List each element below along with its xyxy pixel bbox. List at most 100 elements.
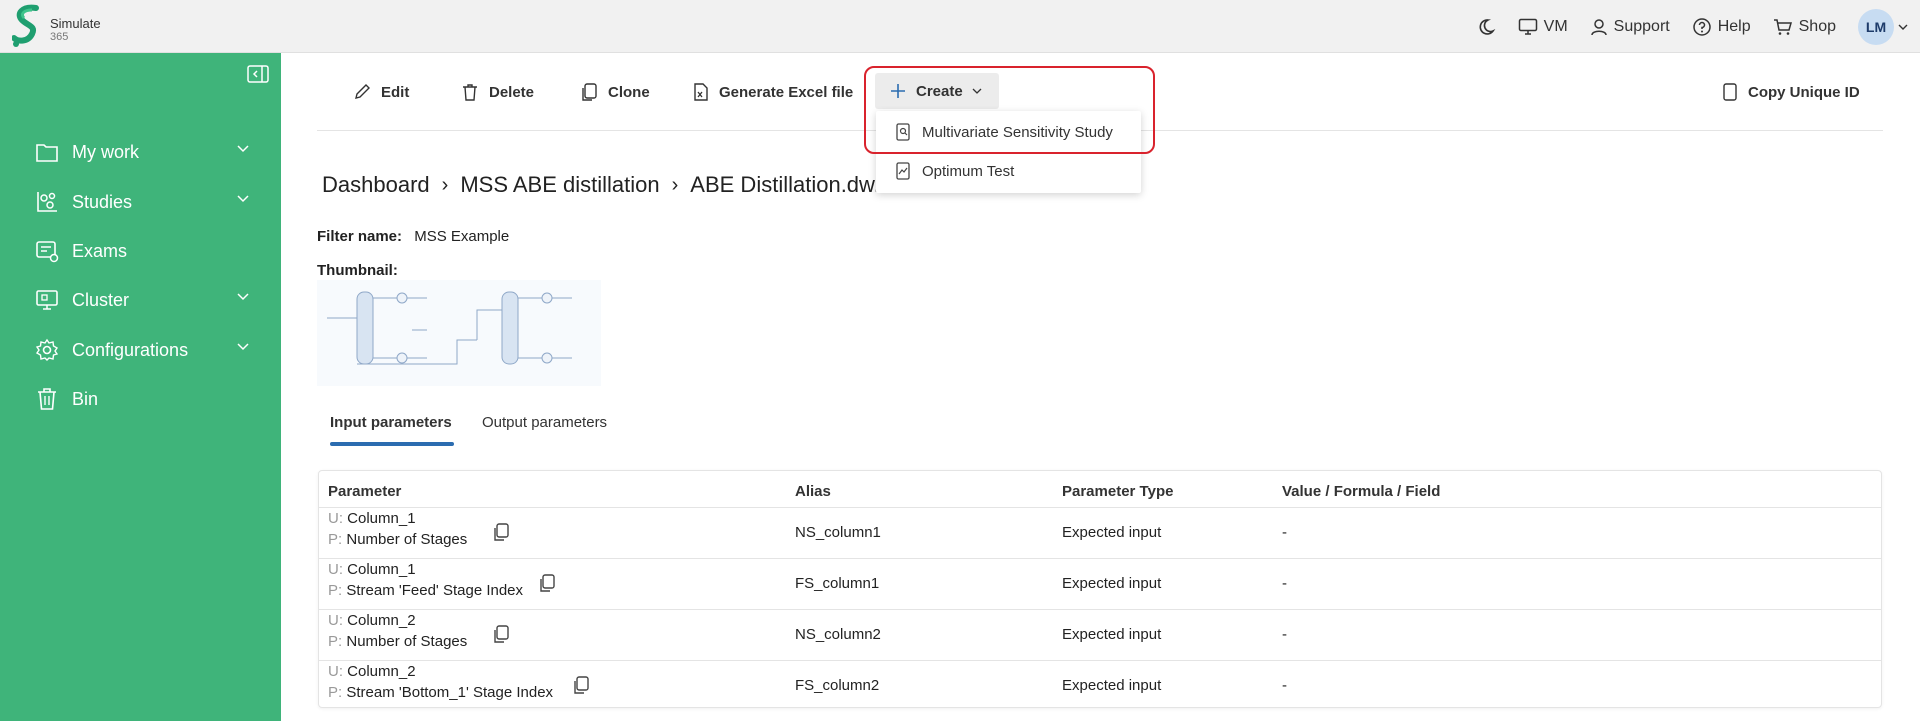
trash-icon xyxy=(34,386,60,412)
prefix-label: U: xyxy=(328,510,343,527)
shop-label: Shop xyxy=(1798,17,1836,35)
chevron-right-icon: › xyxy=(671,173,679,196)
copy-id-label: Copy Unique ID xyxy=(1748,83,1860,101)
shop-link[interactable]: Shop xyxy=(1773,18,1836,36)
type-cell: Expected input xyxy=(1062,524,1162,541)
sidebar-item-configurations[interactable]: Configurations xyxy=(34,332,249,368)
gear-icon xyxy=(34,337,60,363)
table-row[interactable]: U: Column_1 P: Number of Stages NS_colum… xyxy=(319,508,1881,559)
vm-link[interactable]: VM xyxy=(1518,18,1568,36)
chevron-down-icon xyxy=(237,145,249,153)
table-row[interactable]: U: Column_2 P: Stream 'Bottom_1' Stage I… xyxy=(319,661,1881,708)
edit-label: Edit xyxy=(381,83,410,101)
chart-document-icon xyxy=(896,162,910,180)
sidebar: My work Studies Exams Cluster Configurat… xyxy=(0,53,281,721)
type-cell: Expected input xyxy=(1062,575,1162,592)
alias-cell: NS_column1 xyxy=(795,524,881,541)
copy-icon[interactable] xyxy=(574,676,590,694)
column-header-parameter: Parameter xyxy=(328,483,402,500)
trash-icon xyxy=(463,84,477,101)
clone-label: Clone xyxy=(608,83,650,101)
parameters-table: Parameter Alias Parameter Type Value / F… xyxy=(318,470,1882,708)
brand-logo[interactable]: Simulate 365 xyxy=(12,4,132,50)
help-label: Help xyxy=(1717,17,1751,35)
copy-icon[interactable] xyxy=(494,625,510,643)
avatar: LM xyxy=(1858,8,1894,45)
tab-output-parameters[interactable]: Output parameters xyxy=(482,414,607,431)
filter-name-value: MSS Example xyxy=(414,228,510,245)
param-name: Stream 'Bottom_1' Stage Index xyxy=(346,684,554,701)
value-cell[interactable]: - xyxy=(1282,524,1287,541)
exam-icon xyxy=(34,238,60,264)
table-row[interactable]: U: Column_1 P: Stream 'Feed' Stage Index… xyxy=(319,559,1881,610)
value-cell[interactable]: - xyxy=(1282,626,1287,643)
unit-name: Column_1 xyxy=(347,510,416,527)
menu-item-optimum-test[interactable]: Optimum Test xyxy=(876,152,1141,190)
sidebar-item-exams[interactable]: Exams xyxy=(34,233,249,269)
sidebar-item-studies[interactable]: Studies xyxy=(34,184,249,220)
copy-icon xyxy=(582,83,597,101)
flowsheet-diagram xyxy=(327,291,572,365)
unit-name: Column_2 xyxy=(347,612,416,629)
edit-button[interactable]: Edit xyxy=(353,75,409,109)
theme-toggle[interactable] xyxy=(1476,17,1496,37)
unit-name: Column_1 xyxy=(347,561,416,578)
value-cell[interactable]: - xyxy=(1282,575,1287,592)
type-cell: Expected input xyxy=(1062,677,1162,694)
generate-excel-button[interactable]: Generate Excel file xyxy=(693,75,853,109)
cart-icon xyxy=(1773,18,1792,35)
breadcrumb-dashboard[interactable]: Dashboard xyxy=(322,172,430,198)
excel-file-icon xyxy=(694,83,708,101)
sidebar-item-label: Cluster xyxy=(72,289,130,310)
top-nav: VM Support Help Shop LM xyxy=(1476,0,1908,53)
copy-icon[interactable] xyxy=(540,574,556,592)
alias-cell: NS_column2 xyxy=(795,626,881,643)
filter-info: Filter name: MSS Example xyxy=(317,228,509,245)
simulate365-logo-icon xyxy=(12,4,39,47)
monitor-icon xyxy=(1518,18,1537,35)
sidebar-item-my-work[interactable]: My work xyxy=(34,134,249,170)
flowsheet-thumbnail[interactable] xyxy=(317,280,601,386)
sidebar-item-label: Studies xyxy=(72,191,133,212)
delete-button[interactable]: Delete xyxy=(461,75,534,109)
folder-icon xyxy=(34,139,60,165)
support-link[interactable]: Support xyxy=(1590,18,1670,36)
chevron-down-icon xyxy=(237,293,249,301)
tab-input-parameters[interactable]: Input parameters xyxy=(330,414,452,431)
user-menu[interactable]: LM xyxy=(1858,8,1908,45)
sidebar-item-bin[interactable]: Bin xyxy=(34,381,249,417)
copy-unique-id-button[interactable]: Copy Unique ID xyxy=(1722,75,1860,109)
studies-icon xyxy=(34,189,60,215)
brand-suffix: 365 xyxy=(50,31,69,43)
value-cell[interactable]: - xyxy=(1282,677,1287,694)
column-header-alias: Alias xyxy=(795,483,831,500)
excel-label: Generate Excel file xyxy=(719,83,854,101)
param-name: Stream 'Feed' Stage Index xyxy=(346,582,524,599)
alias-cell: FS_column1 xyxy=(795,575,880,592)
clone-button[interactable]: Clone xyxy=(582,75,650,109)
menu-item-label: Optimum Test xyxy=(922,162,1015,180)
column-header-value: Value / Formula / Field xyxy=(1282,483,1441,500)
prefix-label: P: xyxy=(328,633,343,650)
sidebar-item-cluster[interactable]: Cluster xyxy=(34,282,249,318)
top-bar: Simulate 365 VM Support Help Shop LM xyxy=(0,0,1920,53)
filter-name-label: Filter name: xyxy=(317,228,403,245)
breadcrumb-study[interactable]: MSS ABE distillation xyxy=(460,172,659,198)
param-name: Number of Stages xyxy=(346,531,468,548)
prefix-label: P: xyxy=(328,684,343,701)
sidebar-item-label: Exams xyxy=(72,240,128,261)
support-person-icon xyxy=(1590,18,1607,35)
prefix-label: P: xyxy=(328,531,343,548)
help-link[interactable]: Help xyxy=(1692,17,1751,37)
copy-icon xyxy=(1723,83,1737,101)
chevron-down-icon xyxy=(237,195,249,203)
copy-icon[interactable] xyxy=(494,523,510,541)
collapse-sidebar-icon[interactable] xyxy=(247,65,269,83)
sidebar-item-label: Bin xyxy=(72,388,99,409)
help-circle-icon xyxy=(1692,17,1711,36)
prefix-label: U: xyxy=(328,561,343,578)
prefix-label: U: xyxy=(328,612,343,629)
table-row[interactable]: U: Column_2 P: Number of Stages NS_colum… xyxy=(319,610,1881,661)
highlight-annotation xyxy=(864,66,1155,154)
breadcrumb: Dashboard › MSS ABE distillation › ABE D… xyxy=(322,172,957,198)
